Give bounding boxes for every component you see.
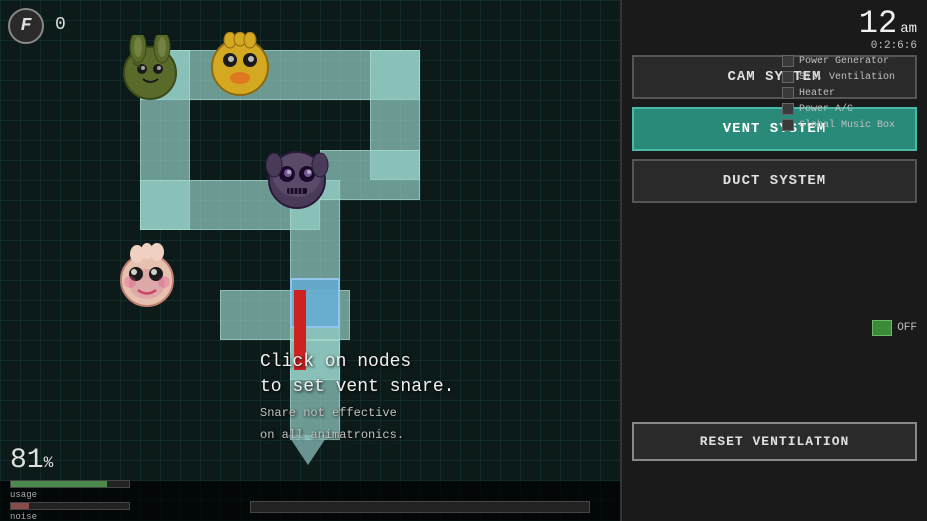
power-label-2: Heater xyxy=(799,88,835,99)
usage-section: usage noise xyxy=(10,480,130,521)
power-dot-0 xyxy=(782,55,794,67)
power-dot-4 xyxy=(782,119,794,131)
f-label: F xyxy=(21,16,32,36)
usage-bar-fill xyxy=(11,481,107,487)
ennard-character xyxy=(262,140,332,215)
game-container: F 0 xyxy=(0,0,927,521)
duct-system-button[interactable]: DUCT SYSTEM xyxy=(632,159,917,203)
power-item-2: Heater xyxy=(782,87,922,99)
bottom-scrollbar[interactable] xyxy=(250,501,590,513)
mangle-character xyxy=(112,242,182,317)
power-dot-1 xyxy=(782,71,794,83)
power-item-4: Global Music Box xyxy=(782,119,922,131)
instructions: Click on nodes to set vent snare. Snare … xyxy=(260,350,454,444)
power-label-3: Power A/C xyxy=(799,104,853,115)
power-item-3: Power A/C xyxy=(782,103,922,115)
reset-ventilation-button[interactable]: RESET VENTILATION xyxy=(632,422,917,461)
power-dot-2 xyxy=(782,87,794,99)
power-label-4: Global Music Box xyxy=(799,120,895,131)
time-ampm: am xyxy=(900,21,917,37)
off-toggle[interactable]: OFF xyxy=(872,320,917,336)
power-item-0: Power Generator xyxy=(782,55,922,67)
game-area: F 0 xyxy=(0,0,620,521)
instruction-main-1: Click on nodes xyxy=(260,350,454,375)
springtrap-character xyxy=(118,35,183,105)
usage-label: usage xyxy=(10,490,130,500)
power-dot-3 xyxy=(782,103,794,115)
right-panel: 12 am 0:2:6:6 CAM SYSTEM VENT SYSTEM DUC… xyxy=(620,0,927,521)
usage-bar-track xyxy=(10,480,130,488)
power-items: Power Generator Sil. Ventilation Heater … xyxy=(782,55,922,135)
power-item-1: Sil. Ventilation xyxy=(782,71,922,83)
toggle-indicator xyxy=(872,320,892,336)
percent-symbol: % xyxy=(44,454,54,472)
instruction-sub-1: Snare not effective xyxy=(260,405,454,422)
instruction-main-2: to set vent snare. xyxy=(260,375,454,400)
noise-label: noise xyxy=(10,512,130,521)
power-label-1: Sil. Ventilation xyxy=(799,72,895,83)
power-label-0: Power Generator xyxy=(799,56,889,67)
percent-value: 81 xyxy=(10,445,44,476)
f-button[interactable]: F xyxy=(8,8,44,44)
percent-display: 81% xyxy=(10,445,53,476)
noise-bar-fill xyxy=(11,503,29,509)
time-display: 12 am 0:2:6:6 xyxy=(859,8,917,52)
bottom-bar: usage noise xyxy=(0,481,620,521)
chica-character xyxy=(208,32,273,102)
vent-right-horizontal xyxy=(320,150,420,200)
time-hour: 12 xyxy=(859,8,897,40)
noise-bar-track xyxy=(10,502,130,510)
instruction-sub-2: on all animatronics. xyxy=(260,427,454,444)
toggle-label: OFF xyxy=(897,322,917,334)
